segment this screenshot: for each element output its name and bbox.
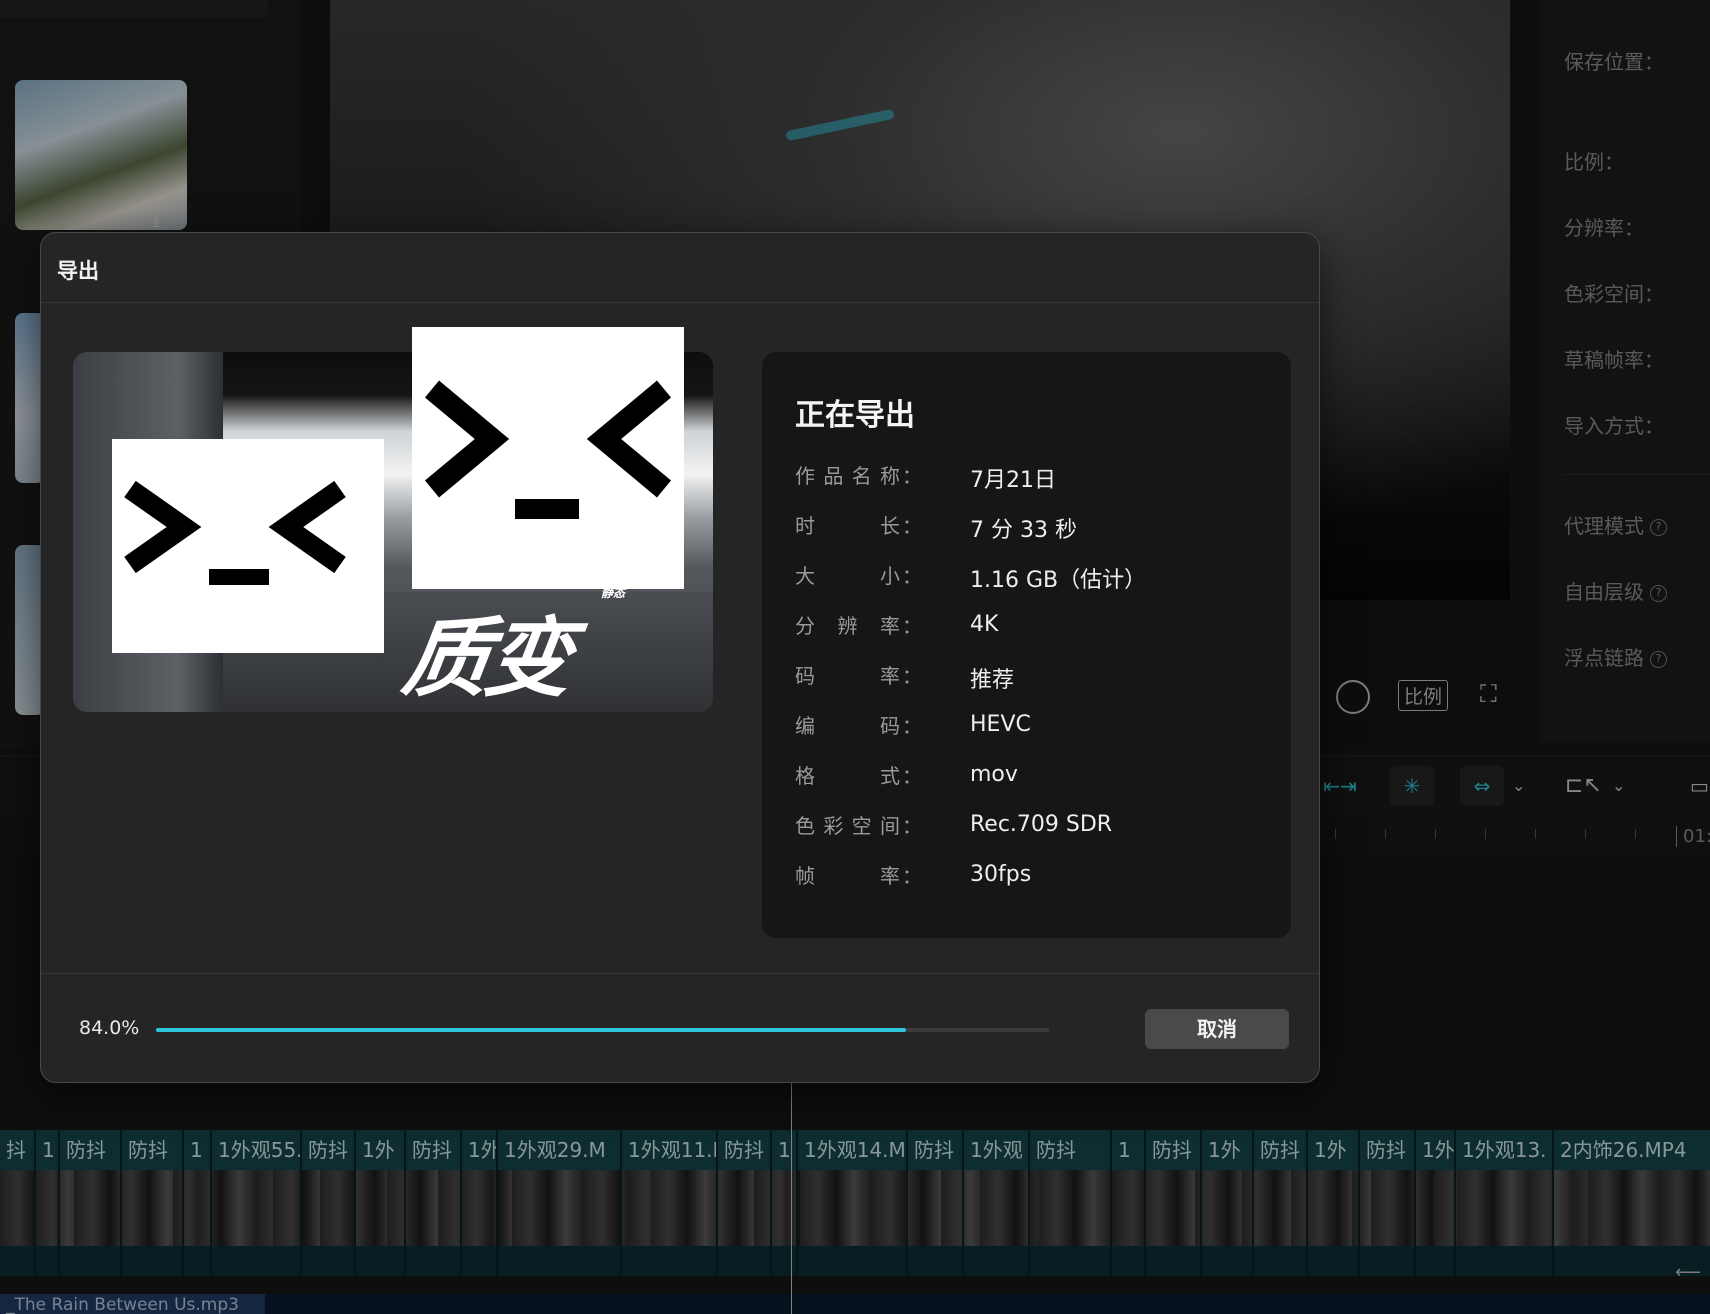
squint-face-sticker-icon <box>112 439 384 653</box>
squint-face-icon <box>124 480 346 585</box>
info-value: 7 分 33 秒 <box>970 518 1077 543</box>
preview-brand-text: 质变 <box>396 609 575 709</box>
info-value: mov <box>970 762 1018 787</box>
info-value: 1.16 GB（估计） <box>970 568 1147 593</box>
squint-face-icon <box>424 380 672 519</box>
dialog-footer: 84.0% 取消 <box>41 973 1319 1082</box>
info-value: 推荐 <box>970 668 1015 693</box>
dialog-title: 导出 <box>57 259 99 283</box>
info-colon: ： <box>902 464 922 488</box>
info-row: 作品名称： 7月21日 <box>795 460 1265 493</box>
info-value: Rec.709 SDR <box>970 812 1113 837</box>
info-key: 格式 <box>795 764 900 788</box>
squint-face-sticker-icon <box>412 327 684 589</box>
info-colon: ： <box>902 814 922 838</box>
info-colon: ： <box>902 614 922 638</box>
info-key: 时长 <box>795 514 900 538</box>
info-row: 编码： HEVC <box>795 710 1265 740</box>
info-colon: ： <box>902 664 922 688</box>
info-colon: ： <box>902 514 922 538</box>
info-colon: ： <box>902 764 922 788</box>
info-value: HEVC <box>970 712 1031 737</box>
info-value: 7月21日 <box>970 468 1056 493</box>
editor-window: ⤓ 比例 ⛶ 保存位置： 比例： 分辨率： 色彩空间： 草稿帧率： 导入方式： … <box>0 0 1710 1314</box>
info-value: 30fps <box>970 862 1032 887</box>
info-key: 分辨率 <box>795 614 900 638</box>
info-key: 编码 <box>795 714 900 738</box>
progress-percent: 84.0% <box>79 1017 140 1039</box>
info-key: 帧率 <box>795 864 900 888</box>
info-key: 大小 <box>795 564 900 588</box>
info-row: 色彩空间： Rec.709 SDR <box>795 810 1265 840</box>
cancel-button[interactable]: 取消 <box>1145 1009 1289 1049</box>
progress-bar <box>156 1028 1049 1032</box>
info-colon: ： <box>902 714 922 738</box>
export-dialog: 导出 质变 静态 正在导出 作品名称： 7月21日 时长： 7 分 33 秒大小： 1 <box>40 232 1320 1083</box>
export-status-heading: 正在导出 <box>795 398 915 433</box>
info-colon: ： <box>902 864 922 888</box>
info-key: 码率 <box>795 664 900 688</box>
info-row: 分辨率： 4K <box>795 610 1265 640</box>
info-row: 帧率： 30fps <box>795 860 1265 890</box>
info-row: 时长： 7 分 33 秒 <box>795 510 1265 543</box>
export-info-card: 正在导出 作品名称： 7月21日 时长： 7 分 33 秒大小： 1.16 GB（估计）… <box>762 352 1291 938</box>
info-key: 作品名称 <box>795 464 900 488</box>
info-row: 格式： mov <box>795 760 1265 790</box>
progress-fill <box>156 1028 907 1032</box>
info-row: 码率： 推荐 <box>795 660 1265 693</box>
info-row: 大小： 1.16 GB（估计） <box>795 560 1265 593</box>
info-key: 色彩空间 <box>795 814 900 838</box>
info-value: 4K <box>970 612 999 637</box>
dialog-header: 导出 <box>41 233 1319 303</box>
info-colon: ： <box>902 564 922 588</box>
